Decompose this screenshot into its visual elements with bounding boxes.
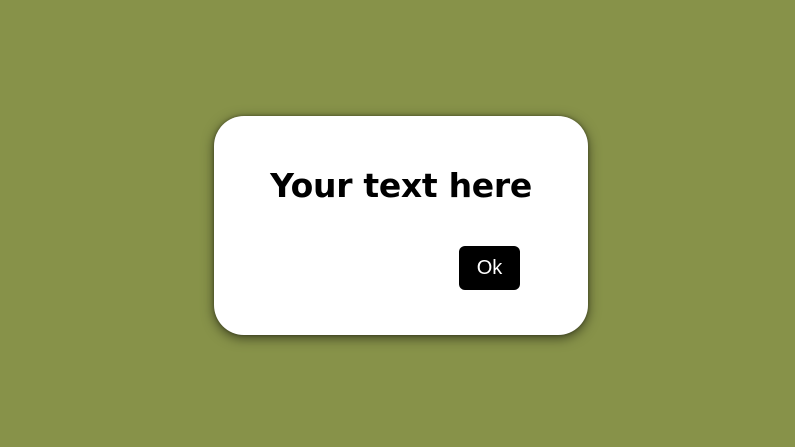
ok-button[interactable]: Ok <box>459 246 520 290</box>
dialog-title: Your text here <box>270 166 532 205</box>
dialog: Your text here Ok <box>214 116 588 335</box>
